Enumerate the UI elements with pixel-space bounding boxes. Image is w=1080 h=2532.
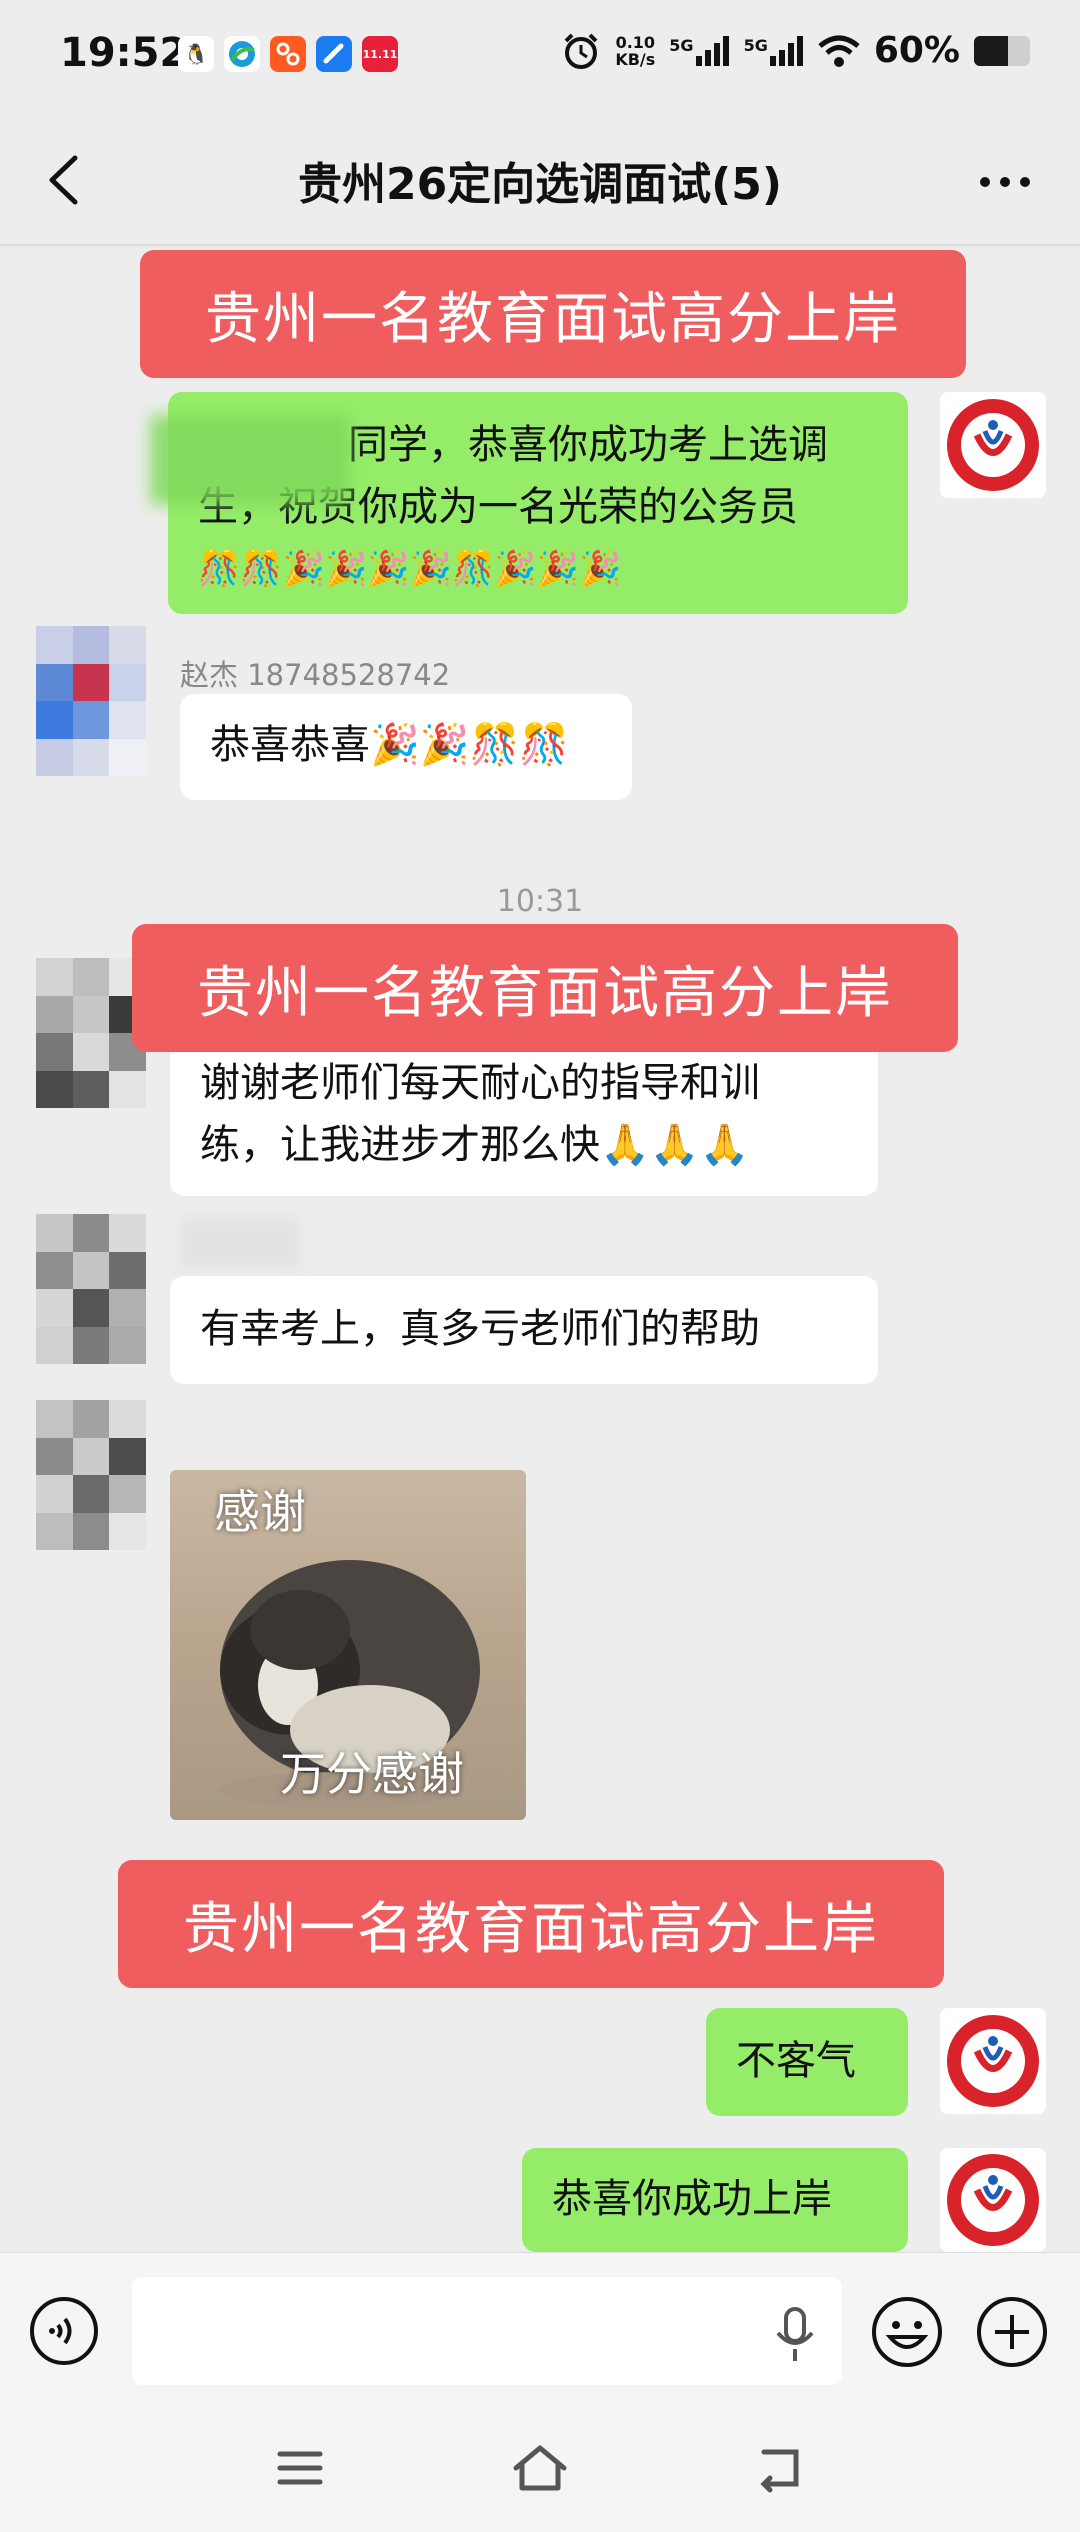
speed-unit: KB/s (615, 49, 656, 69)
battery-percent: 60% (873, 30, 960, 71)
school-logo-avatar[interactable] (940, 392, 1046, 498)
school-logo-icon (947, 399, 1039, 491)
message-bubble-self[interactable]: 恭喜你成功上岸 (522, 2148, 908, 2252)
status-time: 19:52 (60, 30, 188, 76)
sticker-image[interactable]: 感谢 万分感谢 (170, 1470, 526, 1820)
status-bar: 19:52 🐧 11.11 0.10 KB/s 5G 5G 60% (0, 0, 1080, 110)
chat-input-bar (0, 2252, 1080, 2405)
promo-banner: 贵州一名教育面试高分上岸 (140, 250, 966, 378)
school-logo-avatar[interactable] (940, 2008, 1046, 2114)
school-logo-icon (947, 2015, 1039, 2107)
network-speed: 0.10 KB/s (615, 34, 655, 68)
system-nav-bar (0, 2404, 1080, 2532)
message-text: 恭喜你成功上岸 (552, 2176, 832, 2222)
signal-2: 5G (743, 35, 804, 66)
add-more-icon[interactable] (975, 2295, 1049, 2369)
message-text: 谢谢老师们每天耐心的指导和训 (200, 1060, 760, 1106)
signal-icon (695, 35, 729, 66)
school-logo-icon (947, 2154, 1039, 2246)
shop-badge-text: 11.11 (362, 47, 398, 61)
time-separator: 10:31 (496, 884, 584, 919)
promo-banner: 贵州一名教育面试高分上岸 (118, 1860, 944, 1988)
network-type-1: 5G (669, 35, 694, 55)
emoji-icon[interactable] (870, 2295, 944, 2369)
promo-banner: 贵州一名教育面试高分上岸 (132, 924, 958, 1052)
chat-header: 贵州26定向选调面试(5) (0, 110, 1080, 245)
note-icon (316, 36, 352, 72)
battery-icon (974, 35, 1030, 66)
message-text: 练，让我进步才那么快🙏🙏🙏 (200, 1122, 750, 1168)
back-nav-icon[interactable] (750, 2442, 810, 2494)
sticker-caption-top: 感谢 (214, 1485, 306, 1539)
status-indicators: 0.10 KB/s 5G 5G 60% (561, 30, 1030, 71)
message-bubble-self[interactable]: 不客气 (706, 2008, 908, 2116)
browser-icon (224, 36, 260, 72)
network-type-2: 5G (743, 35, 768, 55)
speed-value: 0.10 (615, 32, 656, 52)
message-bubble-other[interactable]: 谢谢老师们每天耐心的指导和训 练，让我进步才那么快🙏🙏🙏 (170, 1030, 878, 1196)
message-emoji-row: 🎊🎊🎉🎉🎉🎉🎊🎉🎉🎉 (198, 549, 622, 589)
sender-name: 赵杰 18748528742 (180, 658, 451, 692)
microphone-icon[interactable] (770, 2305, 820, 2365)
qq-icon: 🐧 (178, 36, 214, 72)
battery-fill (974, 35, 1008, 66)
message-bubble-other[interactable]: 有幸考上，真多亏老师们的帮助 (170, 1276, 878, 1384)
message-input[interactable] (132, 2277, 842, 2385)
user-avatar-blurred[interactable] (36, 958, 146, 1108)
message-text: 不客气 (736, 2038, 856, 2084)
wifi-icon (818, 35, 860, 67)
user-avatar-blurred[interactable] (36, 1214, 146, 1364)
more-options-icon[interactable] (975, 152, 1035, 212)
message-bubble-other[interactable]: 恭喜恭喜🎉🎉🎊🎊 (180, 694, 632, 800)
redaction-blur (180, 1218, 300, 1268)
message-text: 恭喜恭喜🎉🎉🎊🎊 (210, 722, 570, 768)
shopping-icon: 11.11 (362, 36, 398, 72)
menu-icon[interactable] (270, 2442, 330, 2494)
header-divider (0, 244, 1080, 246)
redaction-blur (150, 415, 350, 505)
message-text: 有幸考上，真多亏老师们的帮助 (200, 1306, 760, 1352)
user-avatar-blurred[interactable] (36, 1400, 146, 1550)
status-app-icons: 🐧 11.11 (178, 36, 398, 72)
school-logo-avatar[interactable] (940, 2148, 1046, 2252)
home-icon[interactable] (510, 2442, 570, 2494)
chat-title: 贵州26定向选调面试(5) (297, 159, 783, 210)
alarm-icon (564, 33, 598, 69)
user-avatar-blurred[interactable] (36, 626, 146, 776)
signal-1: 5G (669, 35, 729, 66)
taobao-icon (270, 36, 306, 72)
sticker-caption-bottom: 万分感谢 (280, 1747, 464, 1801)
voice-mode-icon[interactable] (28, 2295, 100, 2367)
signal-icon (769, 35, 803, 66)
